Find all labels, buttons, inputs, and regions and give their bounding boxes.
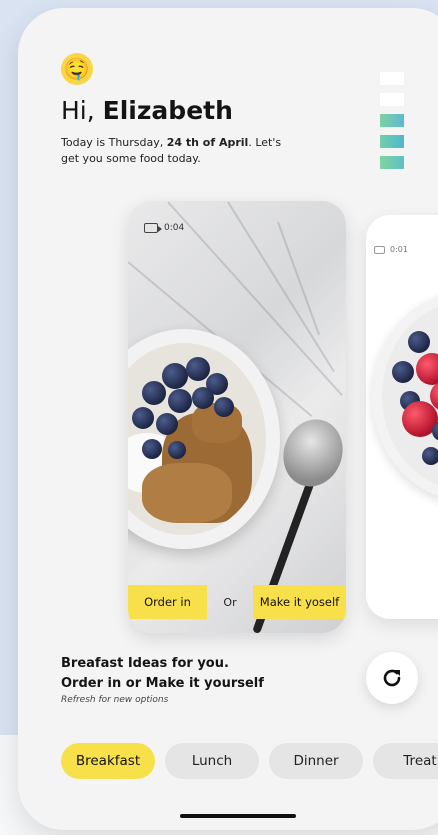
phone-frame: 🤤 Hi, Elizabeth Today is Thursday, 24 th… (18, 8, 438, 830)
swatch-column (380, 72, 404, 177)
ideas-heading: Breafast Ideas for you. Order in or Make… (61, 654, 264, 694)
app-screen: 🤤 Hi, Elizabeth Today is Thursday, 24 th… (18, 8, 438, 830)
meal-tabs: Breakfast Lunch Dinner Treat (61, 743, 438, 779)
or-label: Or (223, 595, 237, 609)
make-it-yourself-button[interactable]: Make it yoself (253, 585, 346, 619)
card-action-row: Order in Or Make it yoself (128, 585, 346, 619)
tab-breakfast[interactable]: Breakfast (61, 743, 155, 779)
home-indicator[interactable] (180, 814, 296, 818)
berries-bowl-image (372, 291, 438, 501)
drooling-face-icon: 🤤 (61, 53, 93, 85)
refresh-hint: Refresh for new options (61, 695, 169, 705)
video-duration: 0:04 (144, 223, 184, 233)
swatch-2[interactable] (380, 93, 404, 106)
spoon (274, 411, 346, 495)
food-card-granola[interactable]: 0:04 Order in Or Make it yoself (128, 201, 346, 633)
tab-lunch[interactable]: Lunch (165, 743, 259, 779)
video-time: 0:01 (390, 245, 408, 254)
video-camera-icon (144, 223, 162, 233)
user-name: Elizabeth (102, 96, 233, 125)
subtitle-date: 24 th of April (166, 136, 249, 149)
greeting-title: Hi, Elizabeth (61, 96, 233, 125)
food-card-berries[interactable]: 0:01 (366, 215, 438, 619)
greeting-prefix: Hi, (61, 96, 95, 125)
swatch-5[interactable] (380, 156, 404, 169)
video-camera-icon (374, 245, 385, 254)
granola-bowl-image (128, 329, 280, 549)
swatch-1[interactable] (380, 72, 404, 85)
video-duration: 0:01 (374, 245, 408, 254)
video-time: 0:04 (164, 223, 185, 233)
tab-dinner[interactable]: Dinner (269, 743, 363, 779)
swatch-4[interactable] (380, 135, 404, 148)
refresh-icon (383, 669, 401, 687)
tab-treat[interactable]: Treat (373, 743, 438, 779)
refresh-button[interactable] (366, 652, 418, 704)
swatch-3[interactable] (380, 114, 404, 127)
greeting-subtitle: Today is Thursday, 24 th of April. Let's… (61, 135, 301, 167)
order-in-button[interactable]: Order in (128, 585, 207, 619)
ideas-line-1: Breafast Ideas for you. (61, 656, 229, 671)
ideas-line-2: Order in or Make it yourself (61, 676, 264, 691)
subtitle-pre: Today is Thursday, (61, 136, 164, 149)
